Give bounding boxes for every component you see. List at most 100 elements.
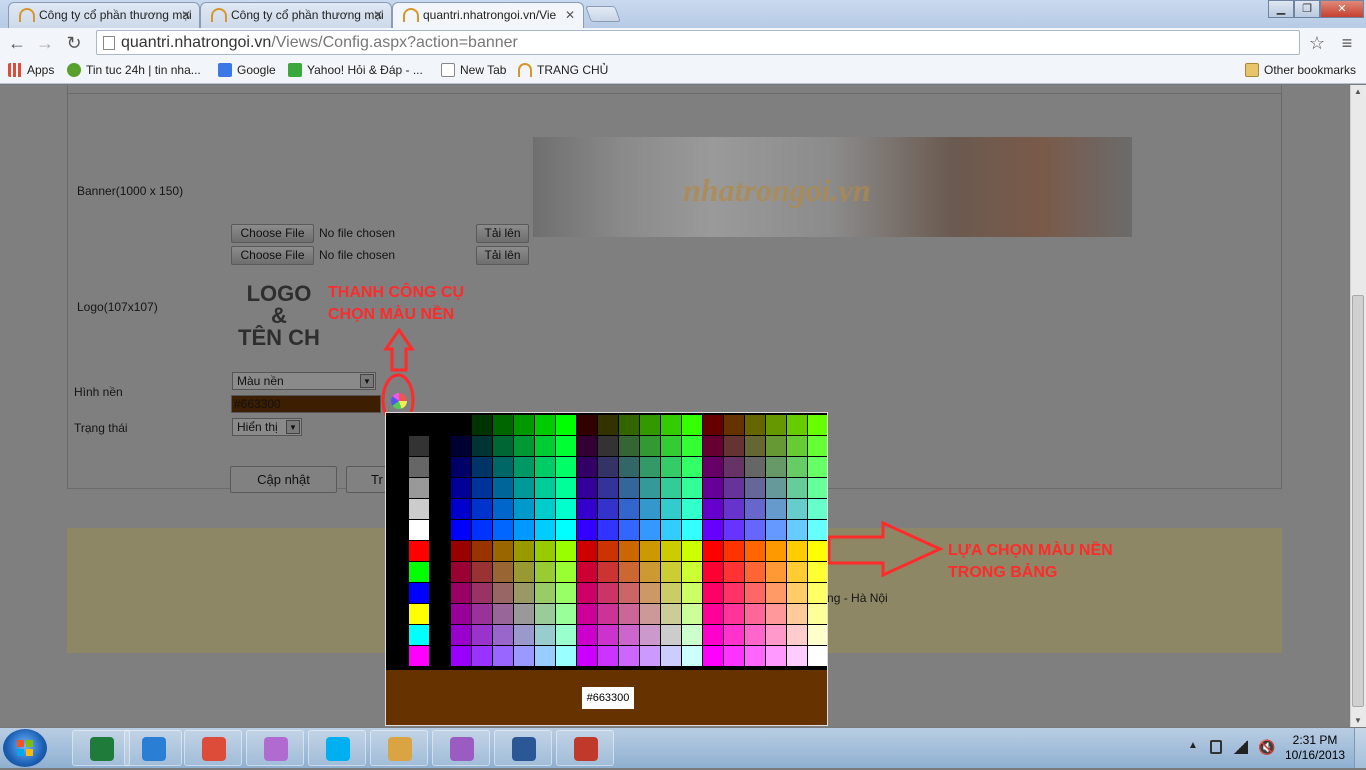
taskbar-button[interactable] <box>72 730 130 766</box>
color-swatch[interactable] <box>535 625 555 645</box>
color-swatch[interactable] <box>451 499 471 519</box>
color-swatch[interactable] <box>535 646 555 666</box>
tab-close-icon[interactable]: ✕ <box>181 8 191 22</box>
color-swatch[interactable] <box>577 646 597 666</box>
color-swatch[interactable] <box>409 478 429 498</box>
color-swatch[interactable] <box>598 583 618 603</box>
color-swatch[interactable] <box>451 625 471 645</box>
taskbar-button[interactable] <box>494 730 552 766</box>
color-swatch[interactable] <box>745 478 765 498</box>
color-swatch-spacer[interactable] <box>388 415 408 435</box>
color-swatch[interactable] <box>766 499 786 519</box>
color-swatch[interactable] <box>619 562 639 582</box>
color-swatch[interactable] <box>640 541 660 561</box>
color-swatch[interactable] <box>577 415 597 435</box>
color-swatch[interactable] <box>514 499 534 519</box>
bookmark-trangchu[interactable]: TRANG CHỦ <box>518 63 608 77</box>
color-swatch[interactable] <box>766 436 786 456</box>
color-swatch[interactable] <box>682 541 702 561</box>
color-swatch[interactable] <box>451 604 471 624</box>
color-swatch[interactable] <box>745 520 765 540</box>
color-swatch[interactable] <box>640 583 660 603</box>
color-swatch[interactable] <box>808 646 827 666</box>
color-swatch[interactable] <box>640 646 660 666</box>
color-swatch[interactable] <box>766 520 786 540</box>
color-swatch[interactable] <box>514 478 534 498</box>
color-swatch[interactable] <box>577 541 597 561</box>
color-swatch[interactable] <box>472 457 492 477</box>
color-swatch[interactable] <box>787 499 807 519</box>
color-swatch[interactable] <box>556 415 576 435</box>
color-swatch[interactable] <box>808 604 827 624</box>
color-swatch[interactable] <box>535 562 555 582</box>
color-swatch[interactable] <box>556 583 576 603</box>
color-swatch[interactable] <box>472 436 492 456</box>
color-swatch[interactable] <box>535 457 555 477</box>
color-swatch[interactable] <box>451 436 471 456</box>
color-swatch[interactable] <box>661 478 681 498</box>
color-swatch[interactable] <box>577 604 597 624</box>
color-swatch[interactable] <box>661 541 681 561</box>
color-swatch[interactable] <box>514 562 534 582</box>
tab-close-icon[interactable]: ✕ <box>373 8 383 22</box>
color-swatch-spacer[interactable] <box>388 499 408 519</box>
color-swatch-spacer[interactable] <box>388 646 408 666</box>
color-swatch[interactable] <box>514 415 534 435</box>
color-swatch[interactable] <box>661 646 681 666</box>
color-swatch[interactable] <box>577 499 597 519</box>
color-swatch[interactable] <box>556 436 576 456</box>
color-swatch-spacer[interactable] <box>430 583 450 603</box>
color-swatch[interactable] <box>724 541 744 561</box>
color-swatch[interactable] <box>409 499 429 519</box>
network-icon[interactable] <box>1234 740 1248 754</box>
color-swatch[interactable] <box>808 457 827 477</box>
color-swatch[interactable] <box>472 562 492 582</box>
taskbar-button[interactable] <box>370 730 428 766</box>
color-swatch[interactable] <box>409 457 429 477</box>
color-swatch[interactable] <box>472 499 492 519</box>
color-swatch[interactable] <box>724 583 744 603</box>
color-swatch[interactable] <box>745 457 765 477</box>
new-tab-button[interactable] <box>585 6 621 22</box>
color-swatch[interactable] <box>493 562 513 582</box>
bookmark-newtab[interactable]: New Tab <box>441 63 506 77</box>
color-swatch-spacer[interactable] <box>388 604 408 624</box>
color-swatch-spacer[interactable] <box>430 520 450 540</box>
color-swatch[interactable] <box>766 415 786 435</box>
bookmark-apps[interactable]: Apps <box>8 63 54 77</box>
color-swatch[interactable] <box>493 541 513 561</box>
color-swatch[interactable] <box>661 436 681 456</box>
color-swatch[interactable] <box>409 625 429 645</box>
color-swatch[interactable] <box>556 604 576 624</box>
color-swatch[interactable] <box>451 646 471 666</box>
color-swatch[interactable] <box>535 541 555 561</box>
color-swatch[interactable] <box>451 478 471 498</box>
color-swatch[interactable] <box>619 604 639 624</box>
forward-icon[interactable]: → <box>34 32 56 54</box>
color-swatch[interactable] <box>598 478 618 498</box>
color-swatch-spacer[interactable] <box>388 478 408 498</box>
color-swatch[interactable] <box>661 583 681 603</box>
color-swatch[interactable] <box>745 541 765 561</box>
color-swatch[interactable] <box>514 625 534 645</box>
color-swatch[interactable] <box>493 478 513 498</box>
color-swatch[interactable] <box>661 415 681 435</box>
color-swatch[interactable] <box>409 562 429 582</box>
color-swatch[interactable] <box>472 604 492 624</box>
star-icon[interactable]: ☆ <box>1306 32 1328 54</box>
color-swatch[interactable] <box>787 436 807 456</box>
color-swatch[interactable] <box>808 478 827 498</box>
color-swatch[interactable] <box>703 499 723 519</box>
color-swatch[interactable] <box>724 604 744 624</box>
color-swatch[interactable] <box>619 415 639 435</box>
tab-3[interactable]: quantri.nhatrongoi.vn/Vie ✕ <box>392 2 584 28</box>
color-swatch[interactable] <box>472 478 492 498</box>
color-swatch-spacer[interactable] <box>388 436 408 456</box>
color-swatch-spacer[interactable] <box>430 604 450 624</box>
color-swatch[interactable] <box>787 562 807 582</box>
color-swatch-spacer[interactable] <box>430 436 450 456</box>
color-swatch[interactable] <box>703 604 723 624</box>
color-swatch[interactable] <box>724 520 744 540</box>
bookmark-google[interactable]: Google <box>218 63 276 77</box>
color-swatch[interactable] <box>745 436 765 456</box>
